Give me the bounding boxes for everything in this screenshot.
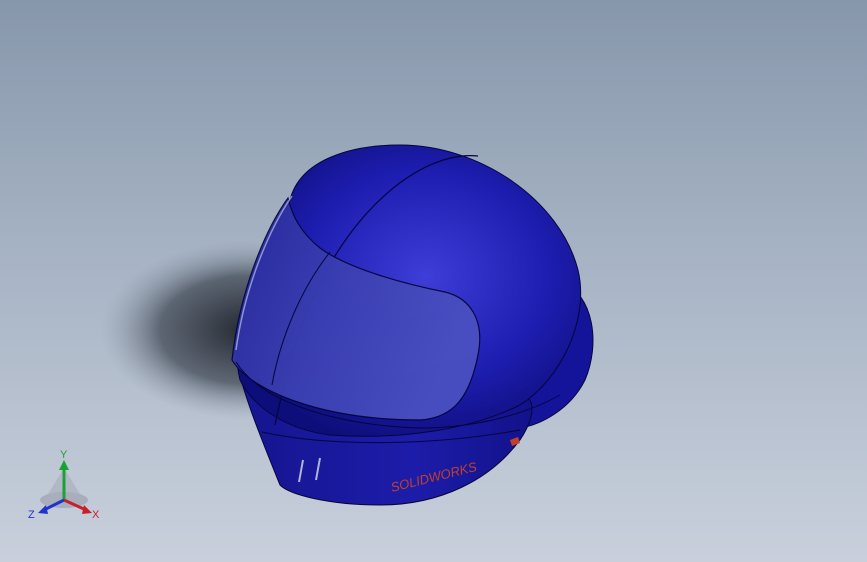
coordinate-triad[interactable]: Y X Z	[26, 448, 106, 528]
graphics-viewport[interactable]: SOLIDWORKS Y X Z	[0, 0, 867, 562]
y-axis-arrow	[59, 460, 69, 470]
z-axis-arrow	[38, 505, 48, 514]
x-axis-label: X	[92, 509, 100, 521]
y-axis-label: Y	[60, 449, 68, 461]
z-axis-label: Z	[28, 509, 35, 521]
x-axis-arrow	[82, 505, 92, 514]
helmet-model[interactable]: SOLIDWORKS	[0, 0, 867, 562]
